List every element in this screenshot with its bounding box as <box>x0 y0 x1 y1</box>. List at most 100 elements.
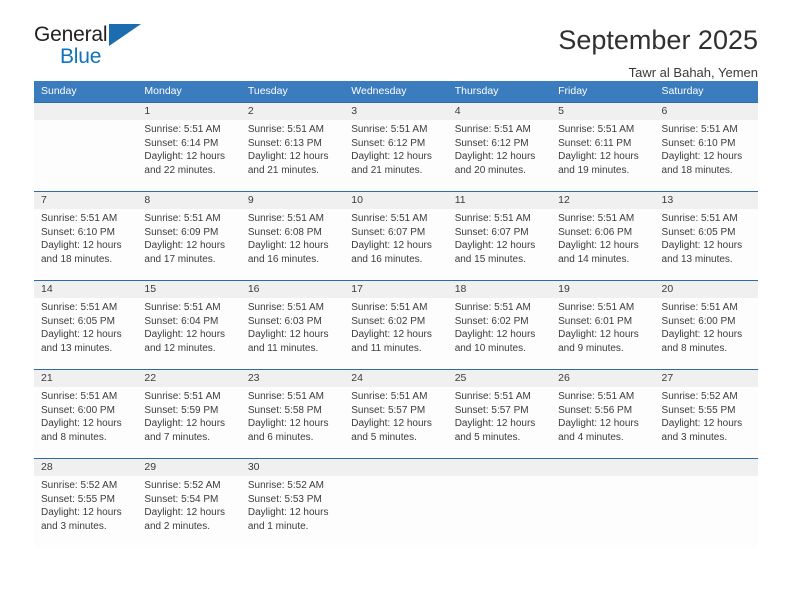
daylight-text-line2: and 11 minutes. <box>351 342 422 354</box>
daylight-text-line1: Daylight: 12 hours <box>558 240 639 252</box>
daylight-text-line2: and 18 minutes. <box>661 164 733 176</box>
location-subtitle: Tawr al Bahah, Yemen <box>628 65 758 80</box>
week-day-numbers: 14 15 16 17 18 19 20 <box>34 281 758 298</box>
sunrise-text: Sunrise: 5:51 AM <box>144 124 221 135</box>
day-number[interactable]: 1 <box>137 103 240 120</box>
sunset-text: Sunset: 6:01 PM <box>558 315 633 327</box>
day-number[interactable]: 23 <box>241 370 344 387</box>
daylight-text-line1: Daylight: 12 hours <box>144 329 226 341</box>
day-number[interactable]: 16 <box>241 281 344 298</box>
day-cell[interactable]: Sunrise: 5:51 AM Sunset: 6:07 PM Dayligh… <box>344 209 447 280</box>
day-cell[interactable]: Sunrise: 5:51 AM Sunset: 6:02 PM Dayligh… <box>448 298 551 369</box>
day-number[interactable]: 26 <box>551 370 654 387</box>
day-number[interactable]: 9 <box>241 192 344 209</box>
day-cell[interactable]: Sunrise: 5:51 AM Sunset: 6:00 PM Dayligh… <box>34 387 137 458</box>
sunrise-text: Sunrise: 5:51 AM <box>247 124 324 135</box>
day-number[interactable]: 24 <box>344 370 447 387</box>
page-header: General Blue September 2025 Tawr al Baha… <box>34 0 758 80</box>
day-number[interactable]: 5 <box>551 103 654 120</box>
daylight-text-line2: and 5 minutes. <box>351 431 417 443</box>
day-cell[interactable]: Sunrise: 5:51 AM Sunset: 6:06 PM Dayligh… <box>551 209 654 280</box>
day-cell[interactable]: Sunrise: 5:51 AM Sunset: 6:14 PM Dayligh… <box>137 120 240 191</box>
day-number[interactable]: 13 <box>655 192 758 209</box>
sunrise-text: Sunrise: 5:51 AM <box>351 213 428 224</box>
day-number[interactable]: 2 <box>241 103 344 120</box>
daylight-text-line2: and 21 minutes. <box>247 164 320 176</box>
day-cell[interactable]: Sunrise: 5:51 AM Sunset: 6:11 PM Dayligh… <box>551 120 654 191</box>
daylight-text-line2: and 21 minutes. <box>351 164 423 176</box>
day-number[interactable]: 19 <box>551 281 654 298</box>
day-number[interactable]: 8 <box>137 192 240 209</box>
day-number[interactable] <box>344 459 447 476</box>
day-number[interactable] <box>551 459 654 476</box>
day-number[interactable]: 15 <box>137 281 240 298</box>
day-cell[interactable]: Sunrise: 5:51 AM Sunset: 6:12 PM Dayligh… <box>344 120 447 191</box>
day-number[interactable]: 25 <box>448 370 551 387</box>
day-number[interactable]: 4 <box>448 103 551 120</box>
daylight-text-line2: and 3 minutes. <box>41 520 107 532</box>
day-number[interactable]: 11 <box>448 192 551 209</box>
day-number[interactable] <box>655 459 758 476</box>
day-number[interactable]: 6 <box>655 103 758 120</box>
day-cell[interactable]: Sunrise: 5:51 AM Sunset: 6:13 PM Dayligh… <box>241 120 344 191</box>
logo-text-blue: Blue <box>60 45 102 68</box>
weekday-wednesday: Wednesday <box>351 85 407 97</box>
day-number[interactable]: 18 <box>448 281 551 298</box>
daylight-text-line1: Daylight: 12 hours <box>41 329 122 341</box>
week-row: 7 8 9 10 11 12 13 Sunrise: 5:51 AM Sunse… <box>34 191 758 280</box>
day-number[interactable]: 28 <box>34 459 137 476</box>
day-number[interactable]: 17 <box>344 281 447 298</box>
day-cell[interactable]: Sunrise: 5:51 AM Sunset: 6:04 PM Dayligh… <box>137 298 240 369</box>
day-number[interactable]: 12 <box>551 192 654 209</box>
day-number[interactable]: 3 <box>344 103 447 120</box>
sunrise-text: Sunrise: 5:51 AM <box>247 213 324 224</box>
day-cell[interactable]: Sunrise: 5:52 AM Sunset: 5:53 PM Dayligh… <box>241 476 344 547</box>
day-cell[interactable]: Sunrise: 5:51 AM Sunset: 6:05 PM Dayligh… <box>34 298 137 369</box>
day-number[interactable]: 10 <box>344 192 447 209</box>
day-cell[interactable]: Sunrise: 5:51 AM Sunset: 6:05 PM Dayligh… <box>655 209 758 280</box>
daylight-text-line1: Daylight: 12 hours <box>351 329 432 341</box>
day-cell[interactable]: Sunrise: 5:51 AM Sunset: 6:10 PM Dayligh… <box>34 209 137 280</box>
day-cell[interactable]: Sunrise: 5:51 AM Sunset: 6:12 PM Dayligh… <box>448 120 551 191</box>
daylight-text-line2: and 11 minutes. <box>247 342 319 354</box>
sunrise-text: Sunrise: 5:51 AM <box>558 302 635 313</box>
sunset-text: Sunset: 5:53 PM <box>247 493 322 505</box>
day-number[interactable] <box>34 103 137 120</box>
day-cell[interactable]: Sunrise: 5:51 AM Sunset: 5:58 PM Dayligh… <box>241 387 344 458</box>
day-cell[interactable]: Sunrise: 5:51 AM Sunset: 6:02 PM Dayligh… <box>344 298 447 369</box>
day-cell[interactable]: Sunrise: 5:51 AM Sunset: 6:03 PM Dayligh… <box>241 298 344 369</box>
sunrise-text: Sunrise: 5:52 AM <box>247 480 324 491</box>
daylight-text-line1: Daylight: 12 hours <box>558 329 639 341</box>
day-cell[interactable]: Sunrise: 5:51 AM Sunset: 5:59 PM Dayligh… <box>137 387 240 458</box>
logo-triangle-icon <box>109 24 141 46</box>
day-cell[interactable]: Sunrise: 5:52 AM Sunset: 5:55 PM Dayligh… <box>34 476 137 547</box>
day-cell[interactable]: Sunrise: 5:51 AM Sunset: 6:07 PM Dayligh… <box>448 209 551 280</box>
day-cell[interactable]: Sunrise: 5:51 AM Sunset: 6:01 PM Dayligh… <box>551 298 654 369</box>
general-blue-logo[interactable]: General Blue <box>34 22 146 74</box>
daylight-text-line1: Daylight: 12 hours <box>454 418 536 430</box>
day-number[interactable]: 21 <box>34 370 137 387</box>
daylight-text-line2: and 10 minutes. <box>454 342 526 354</box>
day-cell[interactable]: Sunrise: 5:51 AM Sunset: 6:09 PM Dayligh… <box>137 209 240 280</box>
daylight-text-line1: Daylight: 12 hours <box>247 151 329 163</box>
sunrise-text: Sunrise: 5:51 AM <box>661 124 738 135</box>
day-number[interactable] <box>448 459 551 476</box>
day-number[interactable]: 30 <box>241 459 344 476</box>
day-number[interactable]: 22 <box>137 370 240 387</box>
day-number[interactable]: 14 <box>34 281 137 298</box>
day-number[interactable]: 29 <box>137 459 240 476</box>
day-cell[interactable]: Sunrise: 5:51 AM Sunset: 5:57 PM Dayligh… <box>344 387 447 458</box>
day-number[interactable]: 7 <box>34 192 137 209</box>
day-cell[interactable]: Sunrise: 5:51 AM Sunset: 6:10 PM Dayligh… <box>655 120 758 191</box>
sunrise-text: Sunrise: 5:51 AM <box>144 391 221 402</box>
day-number[interactable]: 20 <box>655 281 758 298</box>
sunset-text: Sunset: 5:54 PM <box>144 493 219 505</box>
day-cell[interactable]: Sunrise: 5:52 AM Sunset: 5:54 PM Dayligh… <box>137 476 240 547</box>
day-number[interactable]: 27 <box>655 370 758 387</box>
day-cell[interactable]: Sunrise: 5:51 AM Sunset: 6:00 PM Dayligh… <box>655 298 758 369</box>
day-cell[interactable]: Sunrise: 5:52 AM Sunset: 5:55 PM Dayligh… <box>655 387 758 458</box>
daylight-text-line1: Daylight: 12 hours <box>41 507 122 519</box>
day-cell[interactable]: Sunrise: 5:51 AM Sunset: 5:56 PM Dayligh… <box>551 387 654 458</box>
day-cell[interactable]: Sunrise: 5:51 AM Sunset: 5:57 PM Dayligh… <box>448 387 551 458</box>
day-cell[interactable]: Sunrise: 5:51 AM Sunset: 6:08 PM Dayligh… <box>241 209 344 280</box>
